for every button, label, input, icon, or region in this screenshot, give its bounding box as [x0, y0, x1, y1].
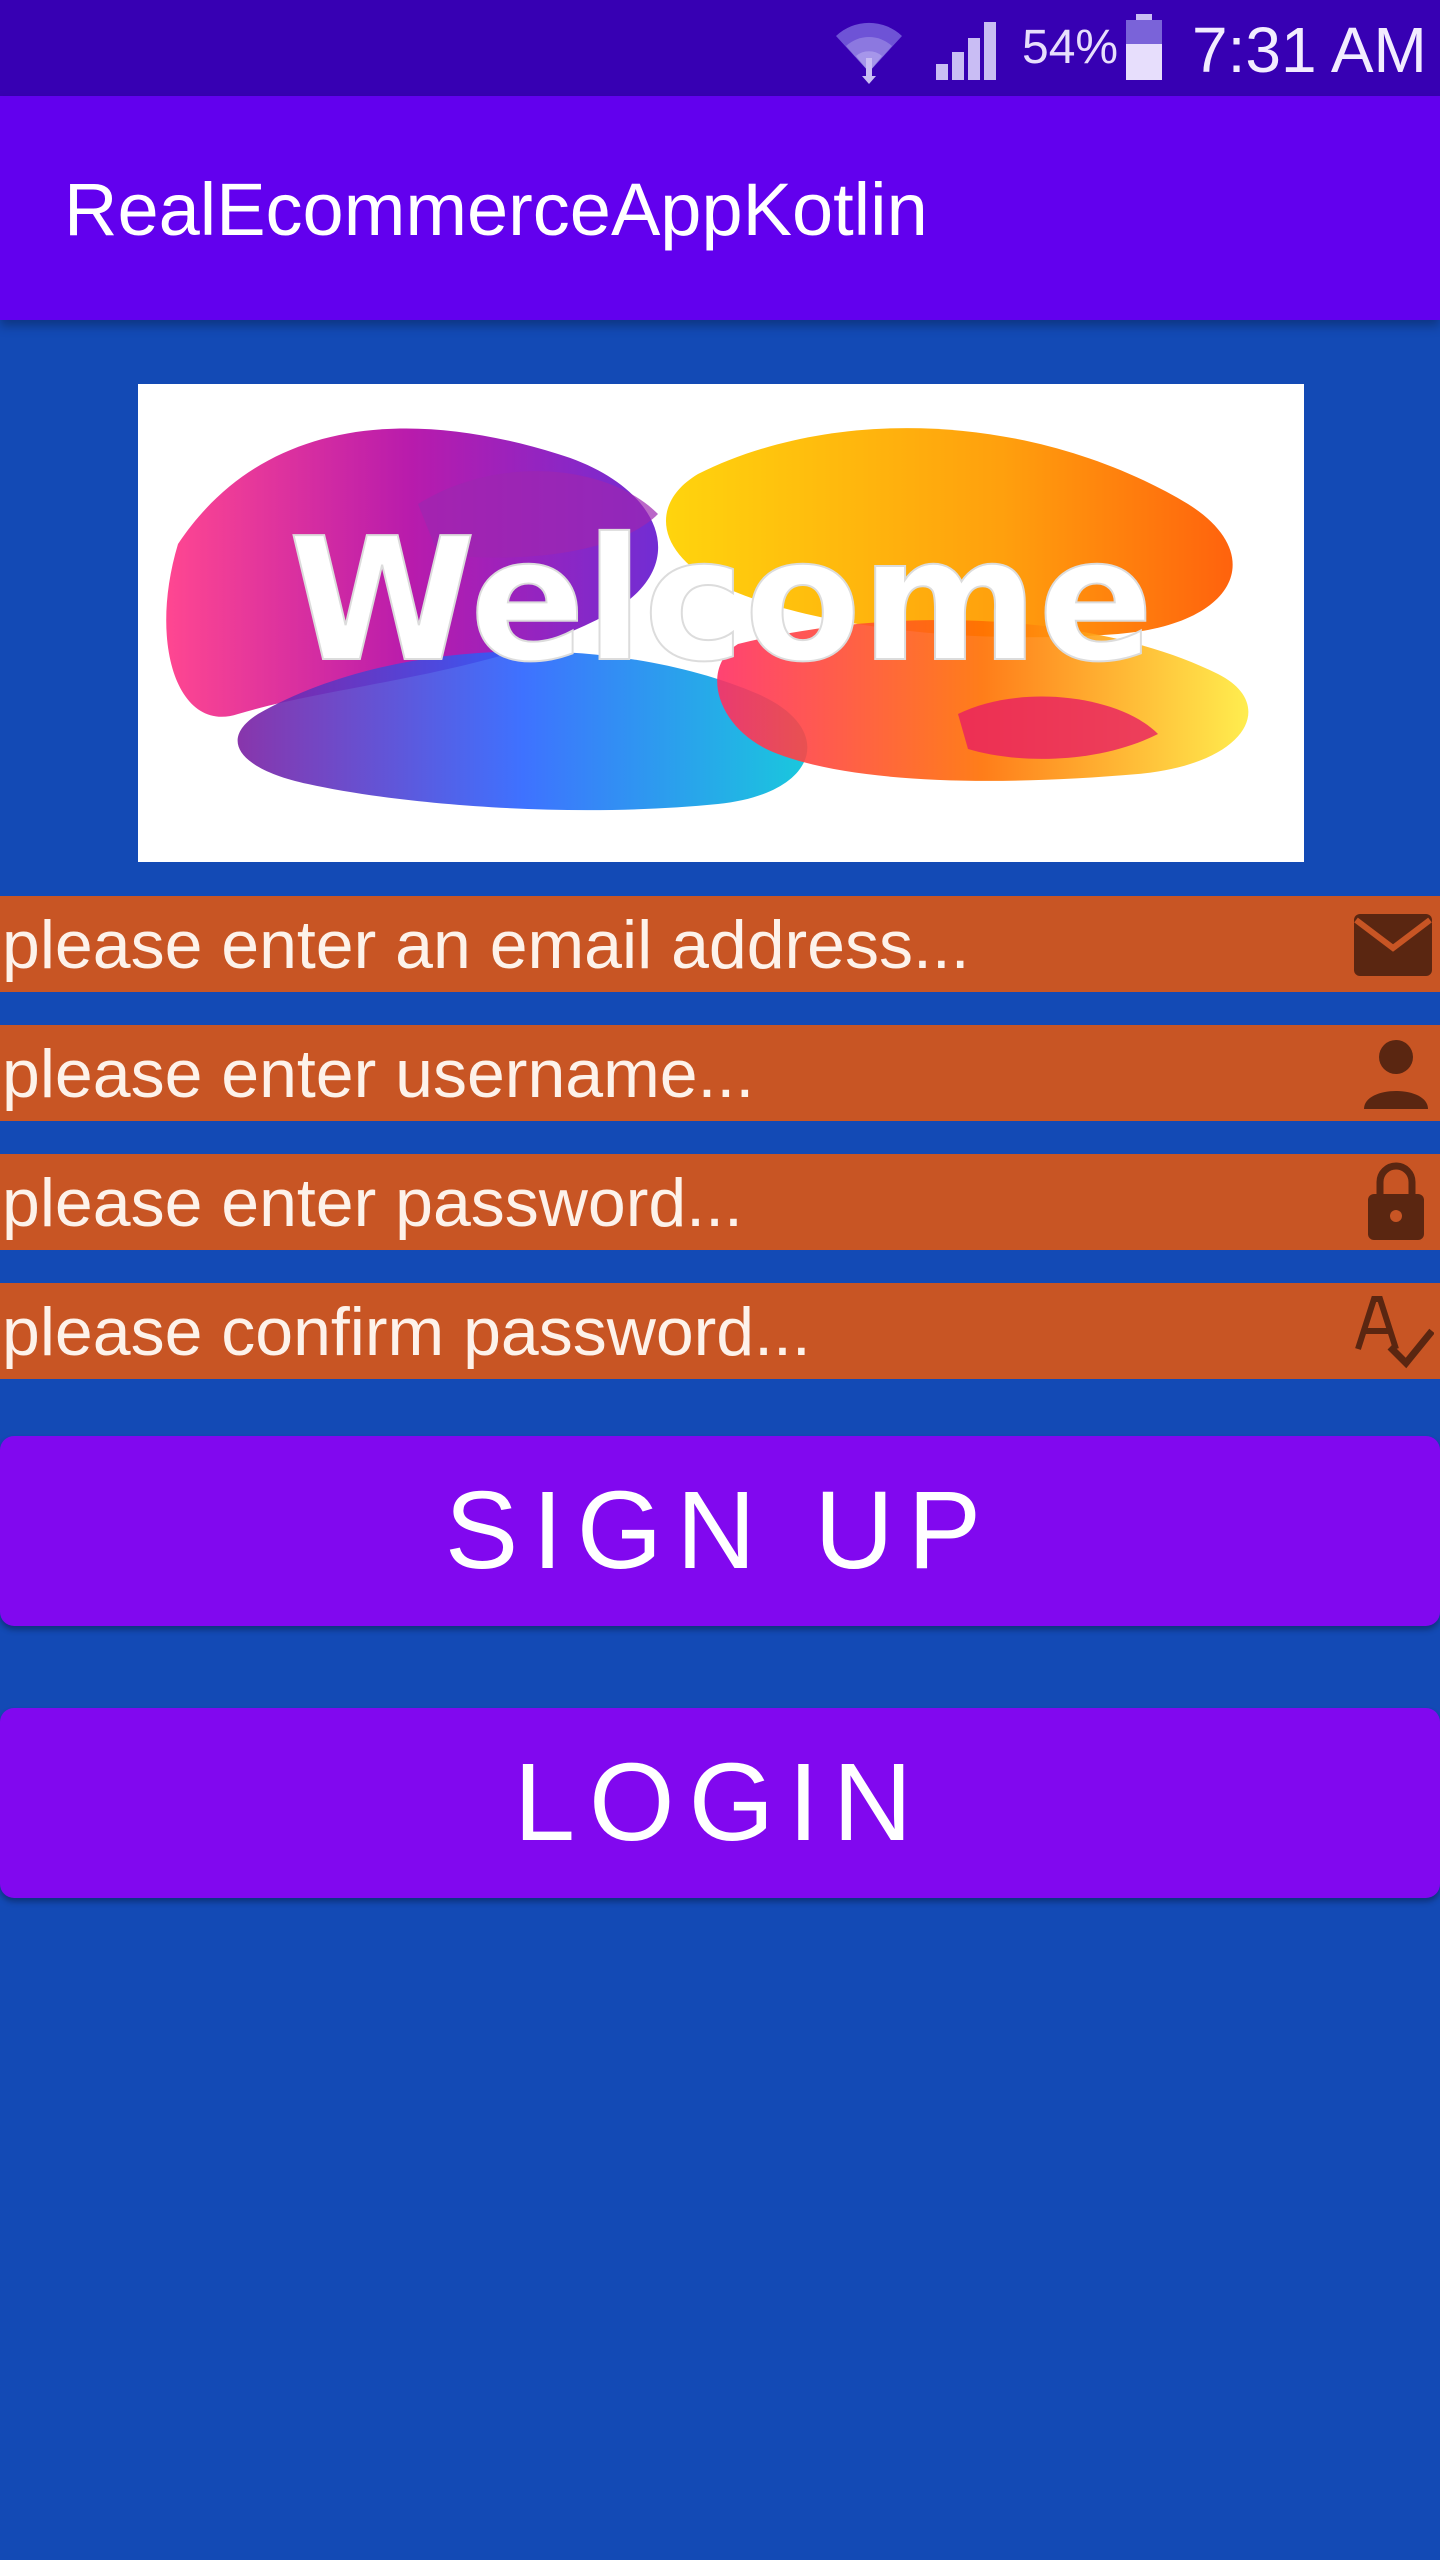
- battery-percent: 54%: [1022, 21, 1119, 74]
- login-button[interactable]: LOGIN: [0, 1708, 1440, 1898]
- wifi-icon: [836, 22, 902, 84]
- app-title: RealEcommerceAppKotlin: [64, 168, 928, 251]
- username-placeholder: please enter username...: [2, 1036, 755, 1112]
- email-icon: [1354, 914, 1432, 976]
- password-placeholder: please enter password...: [2, 1165, 743, 1241]
- sign-up-button[interactable]: SIGN UP: [0, 1436, 1440, 1626]
- lock-icon: [1368, 1162, 1424, 1240]
- email-field[interactable]: please enter an email address...: [0, 896, 1440, 992]
- welcome-banner-image: Welcome: [138, 384, 1304, 862]
- welcome-image-text: Welcome: [288, 502, 1153, 700]
- status-bar: 54% 7:31 AM: [0, 0, 1440, 96]
- signal-icon: [936, 22, 996, 80]
- battery-icon: [1126, 14, 1162, 80]
- app-bar: RealEcommerceAppKotlin: [0, 96, 1440, 320]
- username-field[interactable]: please enter username...: [0, 1025, 1440, 1121]
- person-icon: [1364, 1040, 1428, 1109]
- password-field[interactable]: please enter password...: [0, 1154, 1440, 1250]
- confirm-password-field[interactable]: please confirm password...: [0, 1283, 1440, 1379]
- spellcheck-icon: [1355, 1296, 1434, 1369]
- email-placeholder: please enter an email address...: [2, 907, 970, 983]
- clock: 7:31 AM: [1192, 14, 1427, 86]
- confirm-password-placeholder: please confirm password...: [2, 1294, 811, 1370]
